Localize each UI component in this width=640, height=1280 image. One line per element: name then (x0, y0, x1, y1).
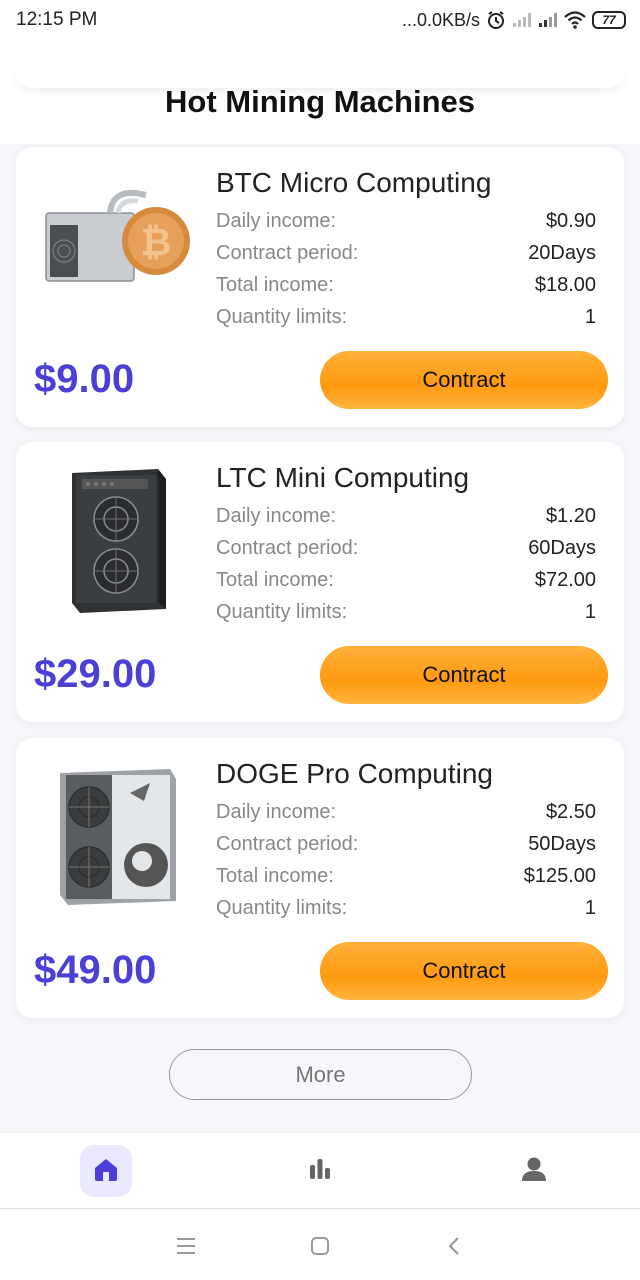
contract-button[interactable]: Contract (320, 942, 608, 1000)
doge-miner-icon (38, 766, 198, 906)
home-icon (92, 1155, 120, 1188)
quantity-limits-label: Quantity limits: (216, 306, 348, 328)
total-income-value: $125.00 (523, 865, 596, 887)
daily-income-label: Daily income: (216, 210, 337, 232)
system-nav-bar (0, 1208, 640, 1280)
menu-icon[interactable] (171, 1231, 201, 1261)
contract-period-value: 50Days (528, 833, 596, 855)
total-income-row: Total income: $72.00 (216, 569, 596, 592)
daily-income-row: Daily income: $0.90 (216, 210, 596, 233)
nav-chart[interactable] (294, 1145, 346, 1197)
wifi-icon (564, 11, 586, 29)
total-income-row: Total income: $18.00 (216, 274, 596, 297)
contract-period-value: 20Days (528, 242, 596, 264)
product-price: $9.00 (34, 357, 135, 401)
contract-period-label: Contract period: (216, 833, 359, 855)
contract-button[interactable]: Contract (320, 646, 608, 704)
battery-icon: 77 (592, 11, 626, 29)
quantity-limits-row: Quantity limits: 1 (216, 306, 596, 329)
total-income-label: Total income: (216, 865, 334, 887)
network-speed: ...0.0KB/s (401, 9, 480, 30)
svg-text:₿: ₿ (141, 220, 172, 264)
product-card: DOGE Pro Computing Daily income: $2.50 C… (16, 738, 624, 1018)
status-time: 12:15 PM (16, 9, 98, 30)
ltc-miner-icon (38, 469, 198, 613)
product-name: BTC Micro Computing (216, 167, 492, 198)
product-price: $29.00 (34, 652, 157, 696)
contract-period-row: Contract period: 60Days (216, 537, 596, 560)
total-income-label: Total income: (216, 569, 334, 591)
chart-icon (306, 1155, 334, 1188)
daily-income-row: Daily income: $2.50 (216, 801, 596, 824)
total-income-label: Total income: (216, 274, 334, 296)
nav-profile[interactable] (508, 1145, 560, 1197)
square-icon[interactable] (305, 1231, 335, 1261)
more-button[interactable]: More (169, 1049, 472, 1100)
daily-income-label: Daily income: (216, 505, 337, 527)
contract-period-label: Contract period: (216, 242, 359, 264)
bottom-nav (0, 1132, 640, 1208)
contract-period-label: Contract period: (216, 537, 359, 559)
status-icons: ...0.0KB/s 77 (402, 10, 626, 31)
quantity-limits-label: Quantity limits: (216, 897, 348, 919)
contract-period-row: Contract period: 20Days (216, 242, 596, 265)
product-card: ₿ BTC Micro Computing Daily income: $0.9… (16, 147, 624, 427)
quantity-limits-label: Quantity limits: (216, 601, 348, 623)
daily-income-label: Daily income: (216, 801, 337, 823)
section-title: Hot Mining Machines (165, 84, 475, 119)
back-icon[interactable] (439, 1231, 469, 1261)
product-card: LTC Mini Computing Daily income: $1.20 C… (16, 442, 624, 722)
product-name: DOGE Pro Computing (216, 758, 493, 789)
signal-icon (538, 12, 558, 28)
contract-period-value: 60Days (528, 537, 596, 559)
total-income-row: Total income: $125.00 (216, 865, 596, 888)
total-income-value: $18.00 (534, 274, 596, 296)
quantity-limits-row: Quantity limits: 1 (216, 897, 596, 920)
quantity-limits-value: 1 (584, 897, 596, 919)
daily-income-value: $2.50 (545, 801, 596, 823)
daily-income-value: $1.20 (545, 505, 596, 527)
btc-miner-icon: ₿ (38, 175, 198, 315)
nav-home[interactable] (80, 1145, 132, 1197)
status-bar: 12:15 PM ...0.0KB/s 77 (0, 0, 640, 40)
quantity-limits-value: 1 (584, 601, 596, 623)
daily-income-value: $0.90 (545, 210, 596, 232)
quantity-limits-value: 1 (584, 306, 596, 328)
signal-icon (512, 12, 532, 28)
quantity-limits-row: Quantity limits: 1 (216, 601, 596, 624)
alarm-icon (486, 10, 506, 30)
product-name: LTC Mini Computing (216, 462, 470, 493)
product-price: $49.00 (34, 948, 157, 992)
contract-period-row: Contract period: 50Days (216, 833, 596, 856)
daily-income-row: Daily income: $1.20 (216, 505, 596, 528)
user-icon (520, 1155, 548, 1188)
contract-button[interactable]: Contract (320, 351, 608, 409)
total-income-value: $72.00 (534, 569, 596, 591)
